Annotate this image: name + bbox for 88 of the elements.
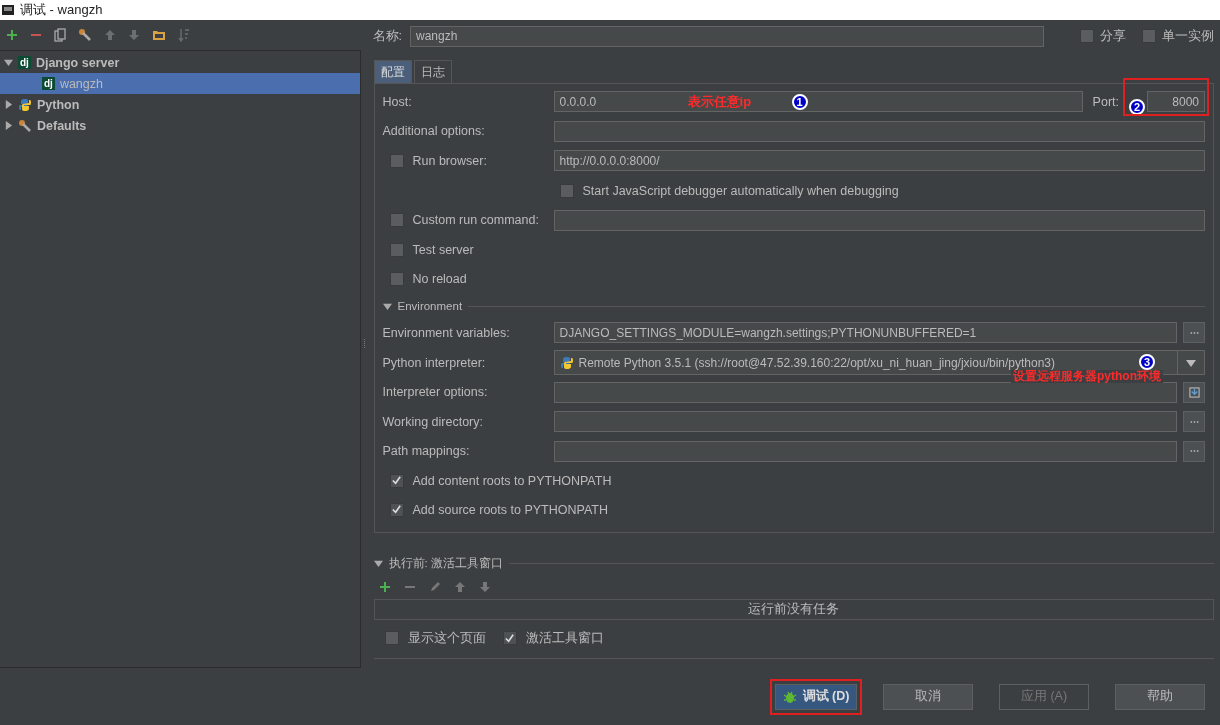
number-badge: 2 — [1129, 98, 1145, 115]
text-field[interactable]: http://0.0.0.0:8000/ — [553, 150, 1205, 172]
checkbox-label: Start JavaScript debugger automatically when debugging — [582, 183, 899, 198]
bug-icon — [782, 689, 797, 704]
add-icon[interactable] — [378, 581, 391, 593]
checkbox-label: Add content roots to PYTHONPATH — [412, 473, 612, 488]
ellipsis-icon — [1189, 449, 1199, 454]
checkbox[interactable] — [389, 272, 404, 287]
tab[interactable]: 日志 — [413, 60, 452, 83]
field-label: Interpreter options: — [382, 385, 489, 400]
section-title[interactable]: Environment — [397, 300, 463, 313]
python-icon — [559, 355, 574, 370]
text-field[interactable] — [553, 381, 1177, 403]
add-icon[interactable] — [6, 29, 18, 41]
browse-button[interactable] — [1183, 322, 1205, 344]
app-icon — [2, 4, 14, 16]
field-label: Additional options: — [382, 124, 486, 139]
checkbox[interactable] — [389, 473, 404, 488]
field-label: Port: — [1092, 94, 1119, 109]
checkbox-label: Add source roots to PYTHONPATH — [412, 502, 608, 517]
django-icon: dj — [18, 56, 31, 69]
field-label: Path mappings: — [382, 444, 471, 459]
checkbox-label: Test server — [412, 242, 474, 257]
checkbox[interactable] — [1080, 29, 1094, 43]
annotation-text: 表示任意ip — [687, 93, 752, 111]
name-field[interactable]: wangzh — [410, 25, 1044, 47]
up-arrow-icon[interactable] — [104, 29, 116, 41]
expand-button[interactable] — [1183, 381, 1205, 403]
option-label: 单一实例 — [1162, 27, 1214, 45]
collapsed-arrow-icon[interactable] — [4, 100, 13, 109]
python-icon — [18, 97, 32, 112]
down-arrow-icon[interactable] — [128, 29, 140, 41]
dialog-button[interactable]: 帮助 — [1115, 683, 1205, 710]
empty-list-text: 运行前没有任务 — [748, 601, 840, 618]
expanded-arrow-icon[interactable] — [382, 301, 392, 311]
browse-button[interactable] — [1183, 440, 1205, 462]
expanded-arrow-icon[interactable] — [373, 558, 383, 568]
name-label: 名称: — [372, 27, 402, 45]
text-field[interactable]: DJANGO_SETTINGS_MODULE=wangzh.settings;PYTHONUNBUFFERED=1 — [553, 322, 1177, 344]
down-arrow-icon[interactable] — [478, 581, 491, 593]
ellipsis-icon — [1189, 330, 1199, 335]
sort-icon[interactable] — [178, 28, 190, 42]
checkbox-label: No reload — [412, 272, 467, 287]
expanded-arrow-icon[interactable] — [4, 58, 13, 67]
wrench-icon[interactable] — [78, 28, 92, 42]
port-field[interactable]: 8000 — [1147, 91, 1205, 113]
checkbox[interactable] — [389, 242, 404, 257]
checkbox-label: 显示这个页面 — [407, 629, 486, 647]
debug-button[interactable]: 调试 (D) — [775, 683, 857, 710]
text-field[interactable] — [553, 209, 1205, 231]
field-label: Working directory: — [382, 414, 484, 429]
checkbox[interactable] — [559, 183, 574, 198]
checkbox[interactable] — [384, 631, 399, 645]
dropdown-arrow-icon — [1186, 358, 1196, 367]
browse-button[interactable] — [1183, 411, 1205, 433]
checkbox-label: Run browser: — [412, 154, 487, 168]
splitter-handle-icon[interactable] — [363, 339, 367, 349]
tab[interactable]: 配置 — [373, 60, 412, 83]
section-title[interactable]: 执行前: 激活工具窗口 — [388, 555, 503, 571]
option-label: 分享 — [1100, 27, 1126, 45]
text-field[interactable] — [553, 440, 1177, 462]
tree-item[interactable]: Python — [0, 94, 360, 115]
checkbox[interactable] — [502, 631, 517, 645]
text-field[interactable] — [553, 120, 1205, 142]
text-field[interactable] — [553, 411, 1177, 433]
checkbox-label: 激活工具窗口 — [525, 629, 604, 647]
tree-item[interactable]: Defaults — [0, 115, 360, 136]
ellipsis-icon — [1189, 419, 1199, 424]
insert-icon — [1188, 386, 1200, 398]
collapsed-arrow-icon[interactable] — [4, 121, 13, 130]
django-icon: dj — [42, 77, 55, 90]
edit-icon[interactable] — [428, 581, 441, 593]
checkbox[interactable] — [1142, 29, 1156, 43]
tree-item[interactable]: dj Django server — [0, 52, 360, 73]
copy-icon[interactable] — [54, 28, 66, 42]
wrench-icon — [18, 118, 32, 133]
checkbox[interactable] — [389, 213, 404, 228]
folder-icon[interactable] — [152, 29, 166, 41]
window-title: 调试 - wangzh — [20, 1, 103, 19]
checkbox[interactable] — [389, 502, 404, 517]
up-arrow-icon[interactable] — [453, 581, 466, 593]
dialog-button[interactable]: 取消 — [883, 683, 973, 710]
tree-item[interactable]: dj wangzh — [0, 73, 360, 94]
field-label: Environment variables: — [382, 325, 511, 340]
checkbox[interactable] — [389, 154, 404, 168]
checkbox-label: Custom run command: — [412, 213, 539, 228]
field-label: Python interpreter: — [382, 355, 487, 370]
field-label: Host: — [382, 94, 413, 109]
